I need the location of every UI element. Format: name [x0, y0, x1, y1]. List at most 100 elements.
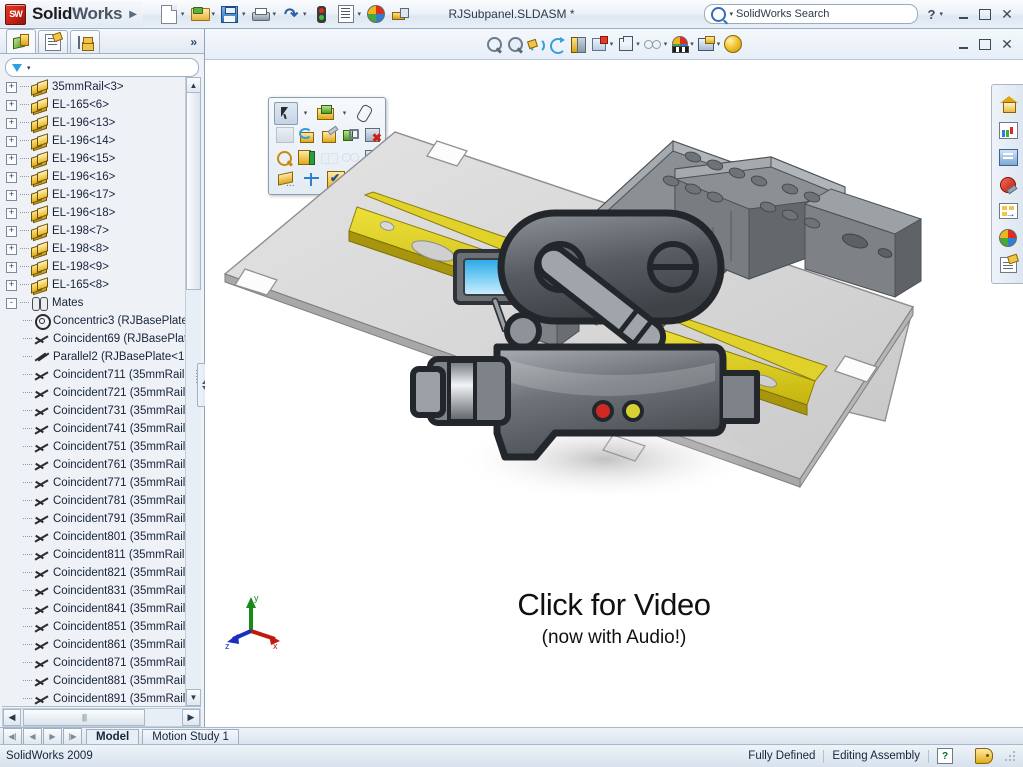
design-tree-horizontal-scrollbar[interactable]: ◀ |||| ▶	[2, 708, 201, 727]
display-style-dropdown-icon[interactable]: ▾	[636, 40, 640, 48]
tree-item[interactable]: Coincident761 (35mmRail	[2, 456, 186, 474]
tree-expander[interactable]: +	[6, 171, 17, 183]
tab-property-manager[interactable]	[38, 30, 68, 53]
tree-item[interactable]: Coincident781 (35mmRail	[2, 492, 186, 510]
tree-item[interactable]: + EL-198<7>	[2, 222, 186, 241]
add-mate-button[interactable]	[363, 146, 384, 169]
apply-scene-button[interactable]: ▾	[697, 36, 721, 52]
suppress-button[interactable]	[318, 124, 339, 147]
zoom-to-area-button[interactable]	[507, 36, 524, 53]
resize-grip[interactable]	[1003, 749, 1017, 763]
save-document-dropdown-icon[interactable]: ▾	[242, 10, 246, 18]
vertical-scroll-thumb[interactable]	[186, 92, 201, 290]
tree-item[interactable]: - Mates	[2, 294, 186, 312]
open-part-dropdown-button[interactable]: ▾	[338, 102, 351, 125]
undo-dropdown-icon[interactable]: ▾	[303, 10, 307, 18]
more-tabs-button[interactable]: »	[190, 35, 197, 49]
tree-item[interactable]: Coincident791 (35mmRail	[2, 510, 186, 528]
open-document-button[interactable]	[187, 2, 211, 26]
video-overlay-text[interactable]: Click for Video (now with Audio!)	[205, 589, 1023, 649]
tree-item[interactable]: + EL-165<8>	[2, 276, 186, 295]
tree-expander[interactable]: +	[6, 153, 17, 165]
options-button[interactable]	[334, 2, 358, 26]
display-style-button[interactable]: ▾	[617, 36, 640, 52]
section-view-button[interactable]	[570, 36, 587, 53]
tree-item[interactable]: Coincident751 (35mmRail	[2, 438, 186, 456]
tree-item[interactable]: + EL-196<16>	[2, 168, 186, 187]
attach-note-button[interactable]	[352, 102, 376, 125]
tree-item[interactable]: + EL-165<6>	[2, 96, 186, 115]
tree-item[interactable]: Coincident771 (35mmRail	[2, 474, 186, 492]
tree-item[interactable]: Coincident741 (35mmRail	[2, 420, 186, 438]
change-transparency-button[interactable]	[296, 124, 317, 147]
tree-item[interactable]: + EL-196<13>	[2, 114, 186, 133]
open-document-dropdown-icon[interactable]: ▾	[211, 10, 215, 18]
tab-motion-study[interactable]: Motion Study 1	[142, 728, 239, 745]
menu-expand-caret-icon[interactable]: ▶	[129, 9, 137, 20]
scroll-down-button[interactable]: ▼	[186, 689, 201, 706]
tree-item[interactable]: Coincident801 (35mmRail	[2, 528, 186, 546]
select-button[interactable]	[274, 101, 298, 125]
measure-button[interactable]	[388, 2, 412, 26]
save-document-button[interactable]	[218, 2, 242, 26]
rotate-view-button[interactable]	[549, 36, 566, 54]
hide-show-items-button[interactable]: ▾	[643, 37, 668, 51]
tree-item[interactable]: Coincident711 (35mmRail	[2, 366, 186, 384]
tree-item[interactable]: Coincident821 (35mmRail	[2, 564, 186, 582]
tree-item[interactable]: Coincident831 (35mmRail	[2, 582, 186, 600]
tag-icon[interactable]	[975, 748, 993, 764]
file-explorer-button[interactable]	[994, 144, 1022, 170]
tab-nav-last-button[interactable]: |▶	[63, 728, 82, 745]
tree-expander[interactable]: +	[6, 99, 17, 111]
tree-expander[interactable]: +	[6, 189, 17, 201]
show-hidden-button[interactable]	[318, 146, 339, 169]
app-minimize-button[interactable]	[953, 5, 973, 23]
hide-show-dropdown-icon[interactable]: ▾	[664, 40, 668, 48]
tree-item[interactable]: Coincident731 (35mmRail	[2, 402, 186, 420]
tree-item[interactable]: Coincident69 (RJBasePlat	[2, 330, 186, 348]
tree-item[interactable]: Coincident881 (35mmRail	[2, 672, 186, 690]
zoom-to-fit-button[interactable]	[486, 36, 503, 53]
help-button[interactable]: ?	[928, 7, 936, 22]
tree-item[interactable]: Coincident851 (35mmRail	[2, 618, 186, 636]
tree-item[interactable]: Coincident861 (35mmRail	[2, 636, 186, 654]
tree-item[interactable]: Coincident721 (35mmRail	[2, 384, 186, 402]
tree-expander[interactable]: +	[6, 117, 17, 129]
tree-expander[interactable]: +	[6, 279, 17, 291]
apply-scene-dropdown-icon[interactable]: ▾	[717, 40, 721, 48]
status-help-icon[interactable]: ?	[937, 748, 953, 764]
scroll-right-button[interactable]: ▶	[182, 709, 200, 726]
tree-item[interactable]: Coincident811 (35mmRail	[2, 546, 186, 564]
search-dropdown-icon[interactable]: ▾	[730, 10, 734, 18]
tab-nav-previous-button[interactable]: ◀	[23, 728, 42, 745]
print-document-dropdown-icon[interactable]: ▾	[272, 10, 276, 18]
new-document-button[interactable]	[157, 2, 181, 26]
tree-expander[interactable]: +	[6, 243, 17, 255]
tab-feature-manager[interactable]	[6, 29, 36, 53]
zoom-to-selection-button[interactable]	[274, 146, 295, 169]
previous-view-button[interactable]	[528, 36, 545, 53]
tree-item[interactable]: +35mmRail<3>	[2, 78, 186, 97]
component-properties-button[interactable]	[274, 168, 298, 191]
tree-item[interactable]: Coincident871 (35mmRail	[2, 654, 186, 672]
hide-component-button[interactable]	[274, 124, 295, 147]
scroll-left-button[interactable]: ◀	[3, 709, 21, 726]
tree-expander[interactable]: +	[6, 81, 17, 93]
edit-appearance-button[interactable]	[364, 2, 388, 26]
design-library-button[interactable]	[994, 117, 1022, 143]
tree-item[interactable]: + EL-198<9>	[2, 258, 186, 277]
custom-properties-button[interactable]	[994, 252, 1022, 278]
tab-model[interactable]: Model	[86, 728, 140, 745]
horizontal-scroll-thumb[interactable]: ||||	[23, 709, 145, 726]
tree-item[interactable]: + EL-196<14>	[2, 132, 186, 151]
search-input[interactable]: ▾ SolidWorks Search	[703, 4, 918, 24]
solidworks-resources-button[interactable]	[994, 90, 1022, 116]
tree-item[interactable]: Concentric3 (RJBasePlate	[2, 312, 186, 330]
view-palette-button[interactable]	[994, 198, 1022, 224]
view-orientation-button[interactable]: ▾	[591, 36, 613, 52]
tree-item[interactable]: Parallel2 (RJBasePlate<1:	[2, 348, 186, 366]
search-task-button[interactable]	[994, 171, 1022, 197]
mass-properties-button[interactable]	[299, 168, 323, 191]
tree-item[interactable]: + EL-196<17>	[2, 186, 186, 205]
open-part-button[interactable]	[313, 102, 337, 125]
